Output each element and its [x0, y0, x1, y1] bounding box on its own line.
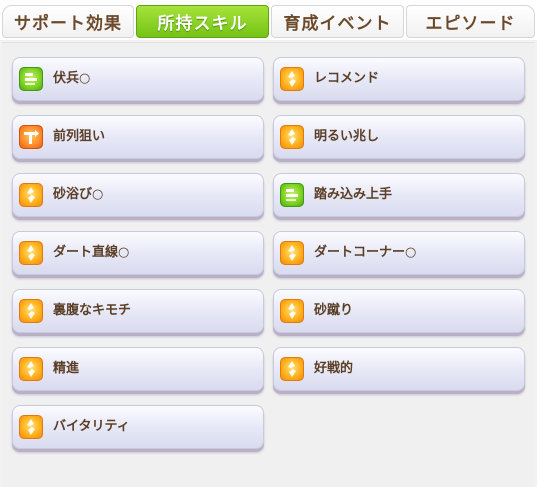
skill-name: 前列狙い [53, 129, 106, 144]
green-ladder-icon [280, 183, 304, 207]
skill-name: 精進 [53, 361, 80, 376]
skill-name: 裏腹なキモチ [53, 303, 132, 318]
tab-training-events[interactable]: 育成イベント [271, 5, 404, 38]
gold-runner-icon [19, 183, 43, 207]
tab-episodes[interactable]: エピソード [406, 5, 535, 38]
green-ladder-icon [19, 67, 43, 91]
gold-runner-icon [19, 415, 43, 439]
skill-screen: サポート効果 所持スキル 育成イベント エピソード 伏兵○ レコメンド 前列狙い [0, 0, 537, 487]
skill-card[interactable]: 伏兵○ [12, 57, 264, 101]
skill-card[interactable]: 裏腹なキモチ [12, 289, 264, 333]
gold-runner-icon [280, 357, 304, 381]
skill-name: ダートコーナー○ [314, 245, 417, 260]
skill-card[interactable]: ダート直線○ [12, 231, 264, 275]
skill-name: 砂浴び○ [53, 187, 104, 202]
skill-card[interactable]: 明るい兆し [273, 115, 525, 159]
gold-runner-icon [280, 67, 304, 91]
skill-card[interactable]: バイタリティ [12, 405, 264, 449]
skill-name: バイタリティ [53, 419, 130, 434]
skill-name: 伏兵○ [53, 71, 91, 86]
gold-runner-icon [280, 125, 304, 149]
tab-support-effects[interactable]: サポート効果 [2, 5, 134, 38]
skill-card[interactable]: 砂蹴り [273, 289, 525, 333]
skill-card[interactable]: ダートコーナー○ [273, 231, 525, 275]
skill-card[interactable]: 踏み込み上手 [273, 173, 525, 217]
skill-name: 好戦的 [314, 361, 354, 376]
skill-card[interactable]: 精進 [12, 347, 264, 391]
skill-name: レコメンド [314, 71, 380, 86]
gold-runner-icon [19, 299, 43, 323]
gold-runner-icon [19, 357, 43, 381]
skill-card[interactable]: 砂浴び○ [12, 173, 264, 217]
skill-card[interactable]: 前列狙い [12, 115, 264, 159]
gold-runner-icon [280, 241, 304, 265]
skill-name: 砂蹴り [314, 303, 354, 318]
gold-runner-icon [280, 299, 304, 323]
tab-owned-skills[interactable]: 所持スキル [136, 5, 269, 38]
skill-card[interactable]: 好戦的 [273, 347, 525, 391]
skill-name: ダート直線○ [53, 245, 130, 260]
orange-position-icon [19, 125, 43, 149]
tab-bar: サポート効果 所持スキル 育成イベント エピソード [0, 0, 537, 40]
skill-card[interactable]: レコメンド [273, 57, 525, 101]
skill-list-panel: 伏兵○ レコメンド 前列狙い 明るい兆し 砂浴び○ 踏み込み上手 ダート直線○ … [2, 42, 535, 487]
skill-name: 明るい兆し [314, 129, 380, 144]
skill-name: 踏み込み上手 [314, 187, 393, 202]
gold-runner-icon [19, 241, 43, 265]
